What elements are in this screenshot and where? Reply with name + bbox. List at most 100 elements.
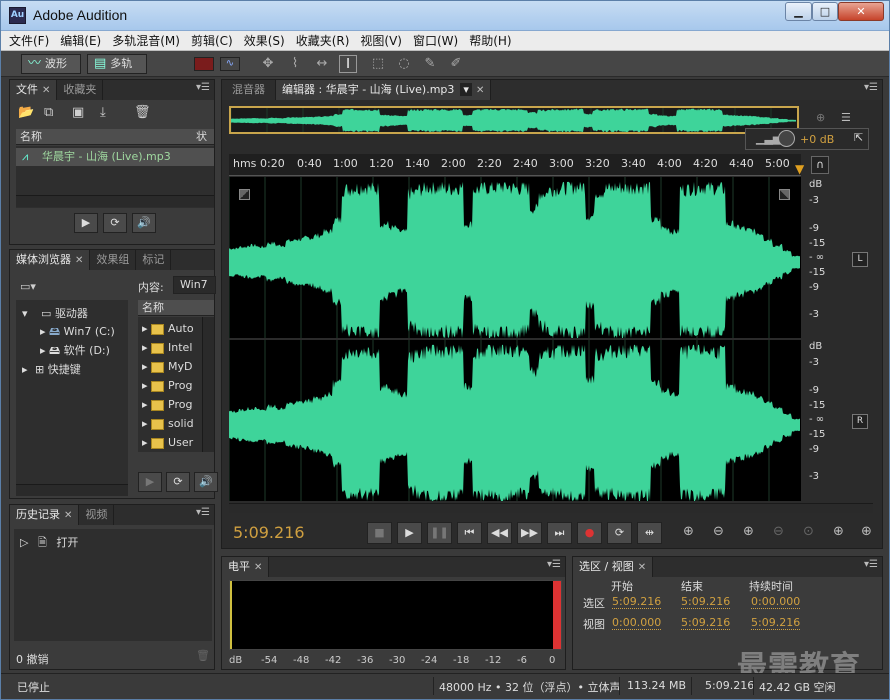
playhead-marker-icon[interactable]: ▼ [795, 162, 804, 176]
menu-file[interactable]: 文件(F) [9, 32, 49, 49]
files-col-status[interactable]: 状 [192, 129, 214, 145]
menu-window[interactable]: 窗口(W) [413, 32, 458, 49]
zoom-full-icon[interactable]: ⊙ [803, 524, 814, 539]
tab-favorites[interactable]: 收藏夹 [57, 80, 104, 100]
tab-mixer[interactable]: 混音器 [222, 80, 276, 100]
tab-files[interactable]: 文件 ✕ [10, 80, 58, 100]
current-time[interactable]: 5:09.216 [233, 523, 305, 542]
panel-menu-icon[interactable]: ▾☰ [196, 507, 210, 518]
zoom-in-time-icon[interactable]: ⊕ [743, 524, 754, 539]
tree-drive-c[interactable]: ▸ 🖴 Win7 (C:) [40, 323, 115, 342]
panel-menu-icon[interactable]: ▾☰ [864, 559, 878, 570]
history-item-open[interactable]: ▷ 🗎 打开 [20, 534, 78, 553]
close-icon[interactable]: ✕ [476, 85, 484, 96]
panel-menu-icon[interactable]: ▾☰ [196, 82, 210, 93]
go-to-start-button[interactable]: ⏮ [457, 522, 482, 544]
clip-indicator[interactable] [553, 581, 561, 649]
close-icon[interactable]: ✕ [42, 85, 50, 96]
marquee-tool-icon[interactable]: ⬚ [369, 55, 387, 73]
fade-in-handle[interactable] [239, 189, 250, 200]
gain-knob[interactable] [778, 130, 795, 147]
close-icon[interactable]: ✕ [75, 255, 83, 266]
menu-clip[interactable]: 剪辑(C) [191, 32, 233, 49]
pause-button[interactable]: ❚❚ [427, 522, 452, 544]
new-file-icon[interactable]: ▣ [72, 105, 84, 120]
zoom-in-left-icon[interactable]: ⊕ [833, 524, 844, 539]
maximize-button[interactable]: □ [812, 2, 838, 21]
zoom-out-time-icon[interactable]: ⊖ [773, 524, 784, 539]
selection-start[interactable]: 5:09.216 [612, 595, 662, 609]
tree-shortcuts[interactable]: ▸ ⊞ 快捷键 [22, 361, 81, 377]
folder-item[interactable]: ▸ Prog [142, 379, 192, 392]
media-speaker-icon[interactable]: 🔊 [194, 472, 218, 492]
razor-tool-icon[interactable]: ⌇ [286, 55, 304, 73]
tree-drive-d[interactable]: ▸ 🖴 软件 (D:) [40, 342, 110, 361]
brush-tool-icon[interactable]: ✎ [421, 55, 439, 73]
insert-multitrack-icon[interactable]: ⤓ [100, 105, 106, 120]
skip-selection-button[interactable]: ⇹ [637, 522, 662, 544]
view-start[interactable]: 0:00.000 [612, 616, 662, 630]
list-icon[interactable]: ☰ [841, 111, 851, 124]
folder-item[interactable]: ▸ Intel [142, 341, 192, 354]
close-icon[interactable]: ✕ [638, 562, 646, 573]
tree-drives[interactable]: ▾ ▭ 驱动器 [22, 305, 88, 321]
zoom-in-amplitude-icon[interactable]: ⊕ [683, 524, 694, 539]
folder-v-scrollbar[interactable] [202, 317, 214, 452]
time-ruler[interactable]: hms 0:20 0:40 1:00 1:20 1:40 2:00 2:20 2:40 3:00 3… [229, 154, 801, 176]
tab-video[interactable]: 视频 [79, 505, 115, 525]
folder-item[interactable]: ▸ Prog [142, 398, 192, 411]
waveform-overview[interactable] [229, 106, 799, 134]
panel-menu-icon[interactable]: ▾☰ [547, 559, 561, 570]
view-end[interactable]: 5:09.216 [681, 616, 731, 630]
folder-item[interactable]: ▸ User [142, 436, 193, 449]
content-path-field[interactable]: Win7 (C [173, 276, 216, 294]
media-loop-button[interactable]: ⟳ [166, 472, 190, 492]
spectral-pitch-icon[interactable]: ∿ [220, 57, 240, 71]
autoplay-speaker-icon[interactable]: 🔊 [132, 213, 156, 233]
tab-markers[interactable]: 标记 [136, 250, 172, 270]
files-h-scrollbar[interactable] [16, 195, 214, 207]
multitrack-mode-button[interactable]: ▤ 多轨 [87, 54, 147, 74]
play-button[interactable]: ▶ [397, 522, 422, 544]
gain-value[interactable]: +0 dB [800, 133, 834, 146]
tab-media-browser[interactable]: 媒体浏览器 ✕ [10, 250, 91, 270]
tree-h-scrollbar[interactable] [16, 484, 128, 496]
channel-right-button[interactable]: R [852, 414, 868, 429]
close-icon[interactable]: ✕ [254, 562, 262, 573]
selection-duration[interactable]: 0:00.000 [751, 595, 801, 609]
go-to-end-button[interactable]: ⏭ [547, 522, 572, 544]
play-preview-button[interactable]: ▶ [74, 213, 98, 233]
stop-button[interactable]: ■ [367, 522, 392, 544]
slip-tool-icon[interactable]: ↔ [313, 55, 331, 73]
drive-dropdown-icon[interactable]: ▭▾ [20, 280, 36, 293]
zoom-icon[interactable]: ⊕ [816, 111, 825, 124]
view-duration[interactable]: 5:09.216 [751, 616, 801, 630]
tab-selection-view[interactable]: 选区 / 视图 ✕ [573, 557, 654, 577]
trash-icon[interactable]: 🗑 [134, 105, 151, 120]
channel-right-track[interactable] [228, 340, 801, 501]
import-file-icon[interactable]: ⧉ [44, 105, 53, 120]
folder-item[interactable]: ▸ Auto [142, 322, 194, 335]
media-play-button[interactable]: ▶ [138, 472, 162, 492]
lasso-tool-icon[interactable]: ◌ [395, 55, 413, 73]
open-folder-icon[interactable]: 📂 [18, 105, 34, 120]
menu-favorites[interactable]: 收藏夹(R) [296, 32, 350, 49]
spectral-frequency-icon[interactable] [194, 57, 214, 71]
pin-icon[interactable]: ⇱ [854, 131, 863, 144]
editor-h-scrollbar[interactable] [229, 503, 873, 513]
tab-level[interactable]: 电平 ✕ [222, 557, 270, 577]
menu-edit[interactable]: 编辑(E) [60, 32, 101, 49]
move-tool-icon[interactable]: ✥ [259, 55, 277, 73]
file-row[interactable]: 华晨宇 - 山海 (Live).mp3 [16, 148, 214, 166]
folder-item[interactable]: ▸ solid [142, 417, 194, 430]
chevron-down-icon[interactable]: ▾ [460, 83, 472, 96]
trash-icon[interactable]: 🗑 [196, 649, 210, 662]
panel-menu-icon[interactable]: ▾☰ [864, 82, 878, 93]
waveform-mode-button[interactable]: 〰 波形 [21, 54, 81, 74]
headphones-icon[interactable]: ∩ [811, 156, 829, 174]
files-col-name[interactable]: 名称 [16, 129, 192, 145]
fast-forward-button[interactable]: ▶▶ [517, 522, 542, 544]
channel-left-button[interactable]: L [852, 252, 868, 267]
minimize-button[interactable]: ▁ [785, 2, 812, 21]
tab-history[interactable]: 历史记录 ✕ [10, 505, 80, 525]
